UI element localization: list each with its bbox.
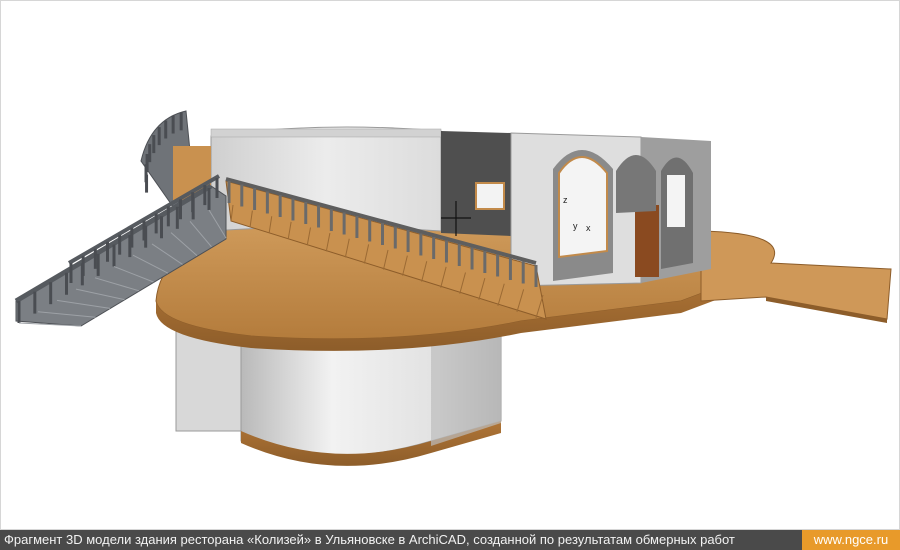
axis-label-x: x bbox=[586, 223, 591, 233]
arched-facade: z y x bbox=[510, 132, 711, 287]
model-viewport[interactable]: z y x bbox=[0, 0, 900, 530]
caption-text: Фрагмент 3D модели здания ресторана «Кол… bbox=[4, 532, 735, 547]
caption-bar: Фрагмент 3D модели здания ресторана «Кол… bbox=[0, 530, 900, 550]
axis-label-z: z bbox=[563, 195, 568, 205]
door bbox=[635, 205, 659, 277]
axis-label-y: y bbox=[573, 221, 578, 231]
building-model-render: z y x bbox=[14, 110, 892, 466]
small-window bbox=[475, 182, 505, 210]
dark-facade bbox=[441, 131, 511, 236]
terrace-ramp bbox=[700, 230, 892, 323]
site-link[interactable]: www.ngce.ru bbox=[802, 530, 900, 550]
